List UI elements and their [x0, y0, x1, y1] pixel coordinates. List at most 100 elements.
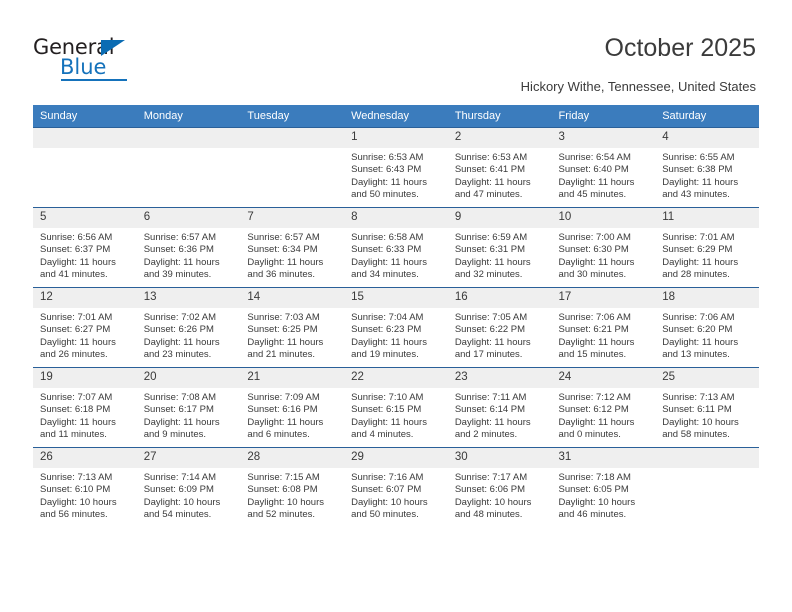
calendar-day-cell[interactable]: 18 Sunrise: 7:06 AM Sunset: 6:20 PM Dayligh… — [655, 287, 759, 368]
sunset-text: Sunset: 6:43 PM — [351, 164, 422, 176]
day-number: 22 — [344, 368, 448, 388]
day-number: 20 — [136, 368, 241, 388]
day-number: 27 — [136, 448, 241, 468]
sunrise-text: Sunrise: 6:57 AM — [247, 232, 320, 243]
day-details: Sunrise: 7:05 AM Sunset: 6:22 PM Daylight:… — [448, 308, 552, 361]
daylight-text: Daylight: 11 hours and 17 minutes. — [454, 336, 531, 360]
sunset-text: Sunset: 6:36 PM — [143, 244, 214, 256]
page-header: General Blue October 2025 Hickory Withe,… — [0, 0, 792, 100]
day-details: Sunrise: 7:13 AM Sunset: 6:11 PM Daylight:… — [655, 388, 759, 441]
day-number: 8 — [344, 208, 448, 228]
sunrise-text: Sunrise: 7:01 AM — [662, 232, 735, 243]
sunset-text: Sunset: 6:06 PM — [454, 484, 526, 496]
sunset-text: Sunset: 6:07 PM — [351, 484, 422, 496]
calendar-day-cell[interactable]: 4 Sunrise: 6:55 AM Sunset: 6:38 PM Daylight… — [655, 127, 759, 208]
sunrise-text: Sunrise: 7:04 AM — [351, 312, 424, 323]
day-number: 19 — [33, 368, 137, 388]
day-number: 17 — [551, 288, 656, 308]
sunset-text: Sunset: 6:37 PM — [40, 244, 111, 256]
sunrise-text: Sunrise: 7:07 AM — [40, 392, 113, 403]
day-number: 7 — [240, 208, 345, 228]
day-number: 31 — [551, 448, 656, 468]
weekday-header-monday: Monday — [136, 105, 241, 128]
sunrise-text: Sunrise: 6:53 AM — [351, 152, 424, 163]
day-details: Sunrise: 7:06 AM Sunset: 6:21 PM Daylight:… — [552, 308, 656, 361]
day-details: Sunrise: 6:56 AM Sunset: 6:37 PM Daylight:… — [33, 228, 137, 281]
calendar-day-cell[interactable]: 27 Sunrise: 7:14 AM Sunset: 6:09 PM Dayligh… — [136, 447, 241, 527]
sunset-text: Sunset: 6:30 PM — [558, 244, 629, 256]
day-number: 10 — [551, 208, 656, 228]
calendar-day-cell[interactable]: 31 Sunrise: 7:18 AM Sunset: 6:05 PM Dayligh… — [551, 447, 656, 527]
weekday-header-friday: Friday — [551, 105, 656, 128]
calendar-day-cell[interactable]: 2 Sunrise: 6:53 AM Sunset: 6:41 PM Daylight… — [447, 127, 552, 208]
day-number: 24 — [551, 368, 656, 388]
daylight-text: Daylight: 11 hours and 28 minutes. — [662, 256, 739, 280]
sunset-text: Sunset: 6:15 PM — [351, 404, 422, 416]
sunrise-text: Sunrise: 7:05 AM — [454, 312, 528, 323]
day-details: Sunrise: 6:58 AM Sunset: 6:33 PM Daylight:… — [344, 228, 448, 281]
daylight-text: Daylight: 11 hours and 36 minutes. — [247, 256, 324, 280]
day-details: Sunrise: 6:57 AM Sunset: 6:34 PM Daylight:… — [240, 228, 344, 281]
day-number: 21 — [240, 368, 345, 388]
calendar-day-cell[interactable]: 20 Sunrise: 7:08 AM Sunset: 6:17 PM Dayligh… — [136, 367, 241, 448]
calendar-day-cell[interactable]: 16 Sunrise: 7:05 AM Sunset: 6:22 PM Dayligh… — [447, 287, 552, 368]
calendar-day-cell[interactable]: 13 Sunrise: 7:02 AM Sunset: 6:26 PM Dayligh… — [136, 287, 241, 368]
calendar-cell-empty — [33, 127, 137, 208]
calendar-day-cell[interactable]: 26 Sunrise: 7:13 AM Sunset: 6:10 PM Dayligh… — [33, 447, 137, 527]
day-details: Sunrise: 7:08 AM Sunset: 6:17 PM Daylight:… — [137, 388, 241, 441]
calendar-day-cell[interactable]: 24 Sunrise: 7:12 AM Sunset: 6:12 PM Dayligh… — [551, 367, 656, 448]
sunset-text: Sunset: 6:09 PM — [143, 484, 214, 496]
calendar-day-cell[interactable]: 30 Sunrise: 7:17 AM Sunset: 6:06 PM Dayligh… — [447, 447, 552, 527]
day-number — [240, 128, 345, 148]
calendar-day-cell[interactable]: 15 Sunrise: 7:04 AM Sunset: 6:23 PM Dayligh… — [344, 287, 448, 368]
day-details: Sunrise: 7:16 AM Sunset: 6:07 PM Daylight:… — [344, 468, 448, 521]
calendar-day-cell[interactable]: 19 Sunrise: 7:07 AM Sunset: 6:18 PM Dayligh… — [33, 367, 137, 448]
page-title: October 2025 — [604, 34, 757, 62]
calendar-day-cell[interactable]: 1 Sunrise: 6:53 AM Sunset: 6:43 PM Daylight… — [344, 127, 448, 208]
calendar-day-cell[interactable]: 5 Sunrise: 6:56 AM Sunset: 6:37 PM Daylight… — [33, 207, 137, 288]
day-number: 29 — [344, 448, 448, 468]
calendar-day-cell[interactable]: 7 Sunrise: 6:57 AM Sunset: 6:34 PM Daylight… — [240, 207, 345, 288]
day-number: 16 — [447, 288, 552, 308]
sunset-text: Sunset: 6:27 PM — [40, 324, 111, 336]
page-subtitle-location: Hickory Withe, Tennessee, United States — [520, 79, 756, 94]
calendar-body: 1 Sunrise: 6:53 AM Sunset: 6:43 PM Daylight… — [33, 127, 759, 527]
day-number: 13 — [136, 288, 241, 308]
sunrise-text: Sunrise: 7:06 AM — [558, 312, 631, 323]
sunrise-text: Sunrise: 7:18 AM — [558, 472, 631, 483]
calendar-day-cell[interactable]: 6 Sunrise: 6:57 AM Sunset: 6:36 PM Daylight… — [136, 207, 241, 288]
calendar-day-cell[interactable]: 17 Sunrise: 7:06 AM Sunset: 6:21 PM Dayligh… — [551, 287, 656, 368]
sunrise-text: Sunrise: 7:01 AM — [40, 312, 113, 323]
calendar-week-row: 12 Sunrise: 7:01 AM Sunset: 6:27 PM Dayligh… — [33, 287, 759, 368]
calendar-day-cell[interactable]: 21 Sunrise: 7:09 AM Sunset: 6:16 PM Dayligh… — [240, 367, 345, 448]
sunrise-text: Sunrise: 7:06 AM — [662, 312, 735, 323]
sunset-text: Sunset: 6:38 PM — [662, 164, 733, 176]
calendar-day-cell[interactable]: 12 Sunrise: 7:01 AM Sunset: 6:27 PM Dayligh… — [33, 287, 137, 368]
calendar-day-cell[interactable]: 11 Sunrise: 7:01 AM Sunset: 6:29 PM Dayligh… — [655, 207, 759, 288]
calendar-day-cell[interactable]: 25 Sunrise: 7:13 AM Sunset: 6:11 PM Dayligh… — [655, 367, 759, 448]
daylight-text: Daylight: 11 hours and 41 minutes. — [40, 256, 116, 280]
daylight-text: Daylight: 11 hours and 34 minutes. — [351, 256, 427, 280]
day-number: 18 — [655, 288, 759, 308]
daylight-text: Daylight: 11 hours and 39 minutes. — [143, 256, 220, 280]
day-details: Sunrise: 7:17 AM Sunset: 6:06 PM Daylight:… — [448, 468, 552, 521]
daylight-text: Daylight: 11 hours and 2 minutes. — [454, 416, 531, 440]
sunrise-text: Sunrise: 6:53 AM — [454, 152, 528, 163]
calendar-day-cell[interactable]: 8 Sunrise: 6:58 AM Sunset: 6:33 PM Daylight… — [344, 207, 448, 288]
calendar-day-cell[interactable]: 10 Sunrise: 7:00 AM Sunset: 6:30 PM Dayligh… — [551, 207, 656, 288]
calendar-day-cell[interactable]: 23 Sunrise: 7:11 AM Sunset: 6:14 PM Dayligh… — [447, 367, 552, 448]
calendar-day-cell[interactable]: 28 Sunrise: 7:15 AM Sunset: 6:08 PM Dayligh… — [240, 447, 345, 527]
calendar-day-cell[interactable]: 14 Sunrise: 7:03 AM Sunset: 6:25 PM Dayligh… — [240, 287, 345, 368]
day-details: Sunrise: 6:59 AM Sunset: 6:31 PM Daylight:… — [448, 228, 552, 281]
calendar-week-row: 19 Sunrise: 7:07 AM Sunset: 6:18 PM Dayligh… — [33, 367, 759, 448]
sunset-text: Sunset: 6:22 PM — [454, 324, 526, 336]
day-number: 12 — [33, 288, 137, 308]
calendar-day-cell[interactable]: 22 Sunrise: 7:10 AM Sunset: 6:15 PM Dayligh… — [344, 367, 448, 448]
sunset-text: Sunset: 6:26 PM — [143, 324, 214, 336]
sunrise-text: Sunrise: 6:54 AM — [558, 152, 631, 163]
daylight-text: Daylight: 10 hours and 48 minutes. — [454, 496, 532, 520]
calendar-day-cell[interactable]: 3 Sunrise: 6:54 AM Sunset: 6:40 PM Daylight… — [551, 127, 656, 208]
calendar-day-cell[interactable]: 29 Sunrise: 7:16 AM Sunset: 6:07 PM Dayligh… — [344, 447, 448, 527]
calendar-day-cell[interactable]: 9 Sunrise: 6:59 AM Sunset: 6:31 PM Daylight… — [447, 207, 552, 288]
sunset-text: Sunset: 6:10 PM — [40, 484, 111, 496]
